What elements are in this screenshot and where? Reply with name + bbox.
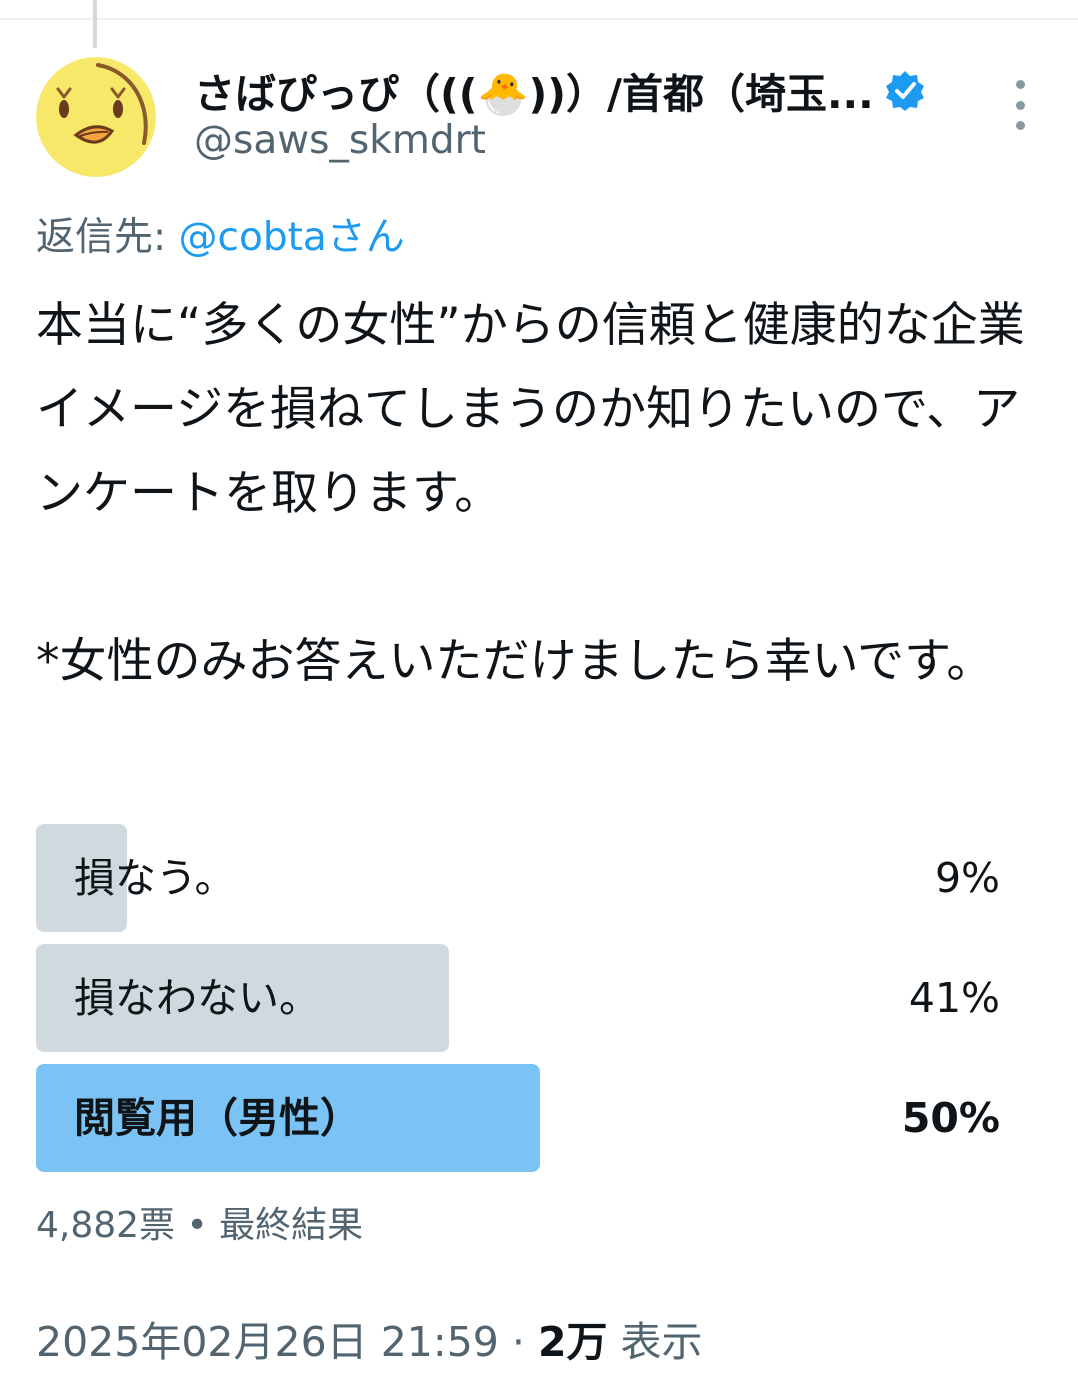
avatar[interactable] xyxy=(36,57,156,177)
views-count: 2万 xyxy=(537,1318,608,1366)
poll-option-label: 損なう。 xyxy=(74,854,236,902)
reply-to-prefix: 返信先: xyxy=(36,215,179,260)
timestamp-link[interactable]: 2025年02月26日 21:59 · xyxy=(36,1318,538,1366)
more-dot-icon xyxy=(1015,121,1025,130)
tweet-text: 本当に“多くの女性”からの信頼と健康的な企業イメージを損ねてしまうのか知りたいの… xyxy=(36,284,1046,704)
poll-option-label: 閲覧用（男性） xyxy=(74,1094,361,1142)
views-label: 表示 xyxy=(607,1318,703,1366)
reply-mention-link[interactable]: @cobtaさん xyxy=(179,215,405,260)
more-dot-icon xyxy=(1015,80,1025,89)
poll-option-percent: 9% xyxy=(934,854,1000,902)
top-divider xyxy=(0,18,1078,20)
chick-avatar-icon xyxy=(36,57,156,177)
poll-option-label: 損なわない。 xyxy=(74,974,320,1022)
poll-option: 損なわない。 41% xyxy=(36,944,1004,1052)
tweet-text-content: 本当に“多くの女性”からの信頼と健康的な企業イメージを損ねてしまうのか知りたいの… xyxy=(36,298,1025,689)
reply-to-line: 返信先: @cobtaさん xyxy=(36,206,405,262)
more-options-button[interactable] xyxy=(1000,80,1040,130)
poll-option-percent: 41% xyxy=(908,974,1000,1022)
thread-connector-line xyxy=(93,0,97,48)
poll-option: 損なう。 9% xyxy=(36,824,1004,932)
verified-badge-icon xyxy=(884,69,926,111)
tweet-footer: 2025年02月26日 21:59 · 2万 表示 xyxy=(36,1308,703,1368)
poll: 損なう。 9% 損なわない。 41% 閲覧用（男性） 50% xyxy=(36,824,1004,1184)
poll-option: 閲覧用（男性） 50% xyxy=(36,1064,1004,1172)
author-name-row[interactable]: さばぴっぴ（((🐣))）/首都（埼玉... xyxy=(194,60,926,120)
author-handle[interactable]: @saws_skmdrt xyxy=(194,118,486,163)
poll-meta: 4,882票 • 最終結果 xyxy=(36,1205,364,1246)
more-dot-icon xyxy=(1015,100,1025,110)
poll-option-percent: 50% xyxy=(901,1094,1000,1142)
author-display-name[interactable]: さばぴっぴ（((🐣))）/首都（埼玉... xyxy=(194,60,874,120)
